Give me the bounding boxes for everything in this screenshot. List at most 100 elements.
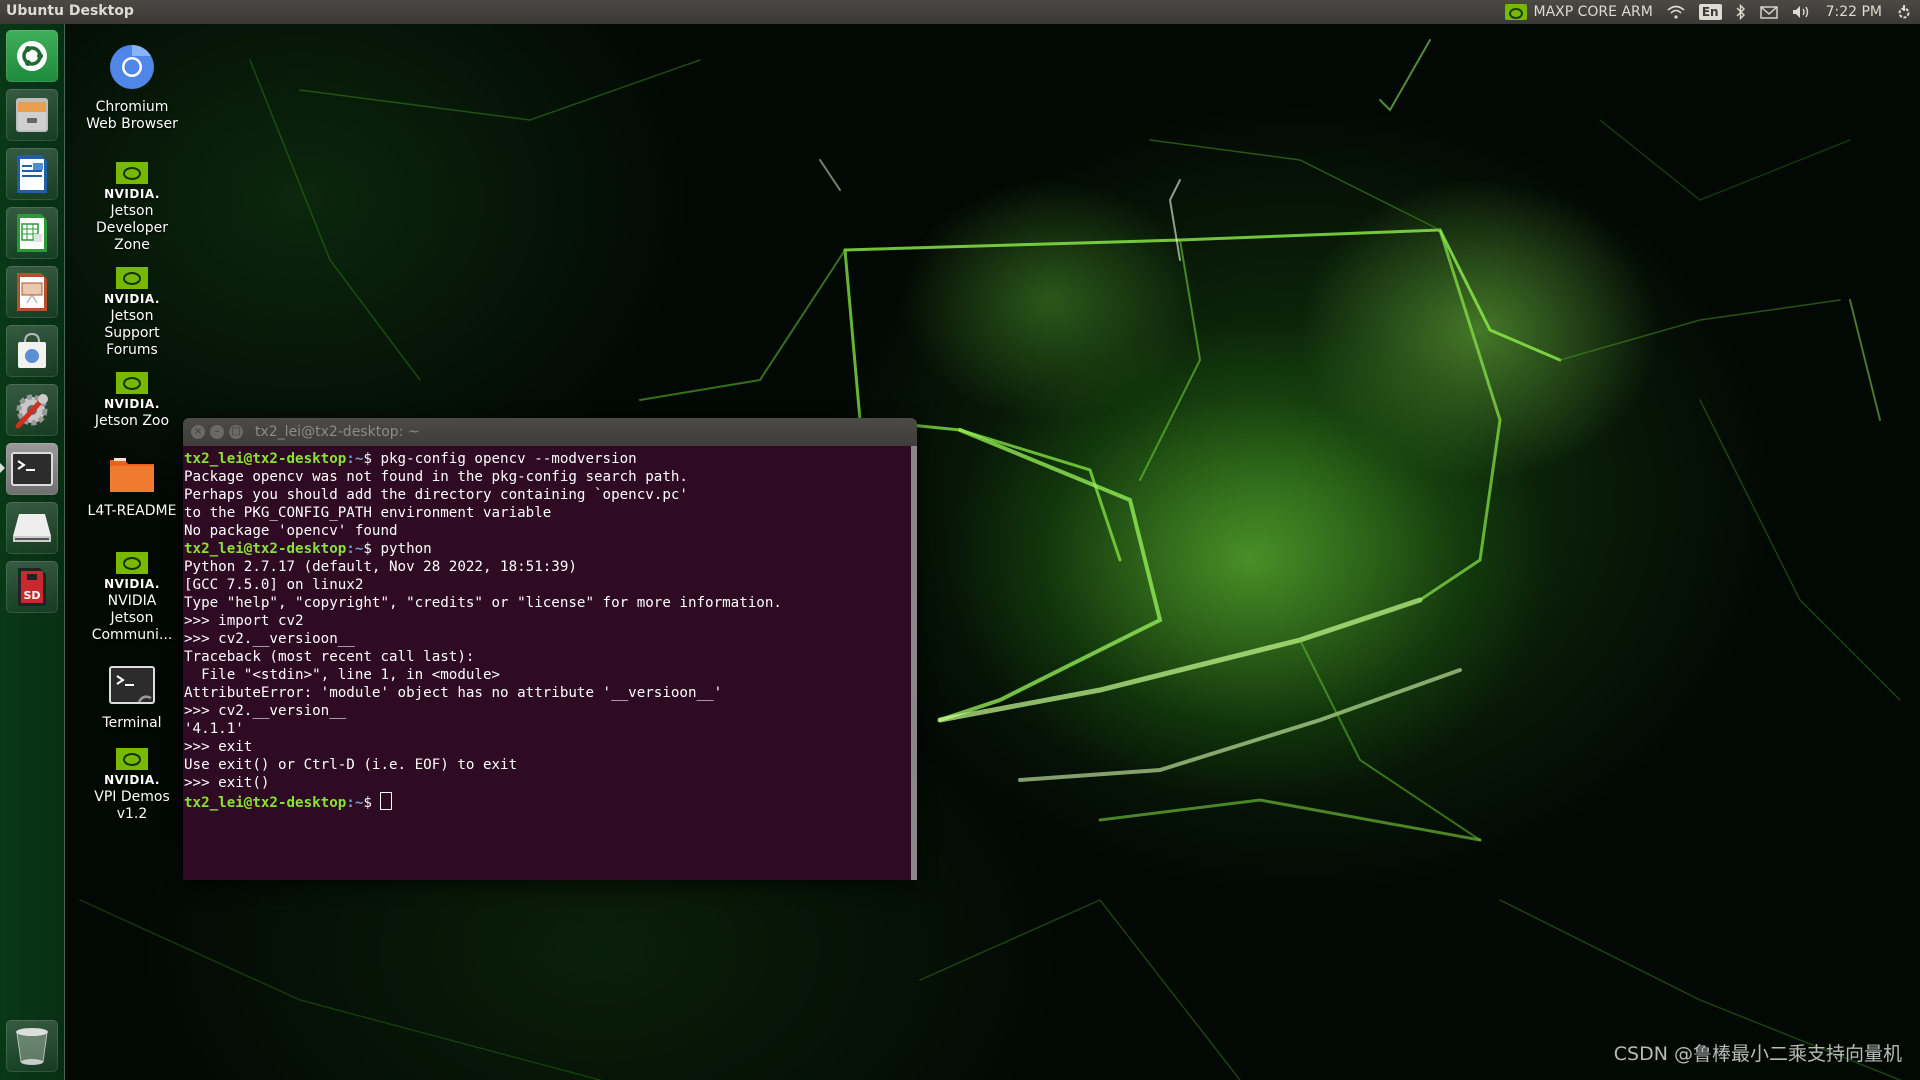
launcher-item-drive[interactable] [6,502,58,554]
minimize-button[interactable]: – [210,425,224,439]
launcher-item-terminal[interactable] [6,443,58,495]
prompt-path: :~ [346,451,364,467]
desktop-icon-nvidia-jetson-community[interactable]: NVIDIA. NVIDIA Jetson Communi... [86,552,178,644]
desktop-icon-chromium[interactable]: Chromium Web Browser [86,44,178,133]
top-panel: Ubuntu Desktop MAXP CORE ARM En 7:22 PM [0,0,1920,24]
desktop-icon-label: Terminal [102,715,162,731]
terminal-output-line: >>> cv2.__versioon__ [184,631,355,647]
shopping-bag-icon [18,332,46,368]
terminal-output[interactable]: tx2_lei@tx2-desktop:~$ pkg-config opencv… [183,446,911,880]
nvidia-icon [116,748,148,770]
prompt-path: :~ [346,795,364,811]
nvidia-wordmark: NVIDIA. [104,577,160,591]
close-button[interactable]: × [191,425,205,439]
terminal-prompt-line: tx2_lei@tx2-desktop:~$ python [184,540,911,558]
launcher-item-calc[interactable] [6,207,58,259]
nvidia-wordmark: NVIDIA. [104,773,160,787]
launcher-item-software[interactable] [6,325,58,377]
launcher-item-settings[interactable] [6,384,58,436]
trash-icon [16,1028,48,1065]
bluetooth-icon[interactable] [1736,4,1746,20]
terminal-output-line: >>> exit [184,739,253,755]
wifi-icon[interactable] [1667,5,1685,19]
mail-icon[interactable] [1759,5,1778,19]
desktop-icon-jetson-developer-zone[interactable]: NVIDIA. Jetson Developer Zone [86,162,178,254]
terminal-output-line: Type "help", "copyright", "credits" or "… [184,595,782,611]
terminal-output-line: Use exit() or Ctrl-D (i.e. EOF) to exit [184,757,518,773]
active-app-indicator [0,463,5,473]
terminal-icon [11,452,53,486]
desktop-icon-label: Jetson Developer Zone [95,203,168,253]
launcher-item-writer[interactable] [6,148,58,200]
terminal-output-line: [GCC 7.5.0] on linux2 [184,577,364,593]
terminal-prompt-line: tx2_lei@tx2-desktop:~$ pkg-config opencv… [184,450,911,468]
volume-icon[interactable] [1792,4,1812,20]
indicator-area: MAXP CORE ARM En 7:22 PM [1505,0,1912,24]
sd-card-icon: SD [18,568,46,606]
nvidia-icon [116,162,148,184]
power-gear-icon[interactable] [1896,4,1912,20]
terminal-titlebar[interactable]: × – □ tx2_lei@tx2-desktop: ~ [183,418,917,446]
terminal-output-line: Python 2.7.17 (default, Nov 28 2022, 18:… [184,559,577,575]
svg-text:SD: SD [23,589,40,602]
chromium-icon [86,44,178,95]
impress-icon [17,273,47,311]
terminal-output-line: >>> exit() [184,775,270,791]
terminal-output-line: Perhaps you should add the directory con… [184,487,688,503]
nvidia-wordmark: NVIDIA. [104,397,160,411]
prompt-user: tx2_lei@tx2-desktop [184,451,347,467]
ubuntu-logo-icon [17,41,47,71]
keyboard-layout-label: En [1698,4,1722,20]
nvidia-wordmark: NVIDIA. [104,292,160,306]
terminal-cursor [380,792,393,810]
nvidia-icon [116,372,148,394]
desktop-icon-jetson-zoo[interactable]: NVIDIA. Jetson Zoo [86,372,178,430]
panel-app-title: Ubuntu Desktop [6,3,134,19]
terminal-scrollbar[interactable] [911,446,917,880]
prompt-path: :~ [346,541,364,557]
launcher: SD [0,24,65,1080]
terminal-output-line: File "<stdin>", line 1, in <module> [184,667,501,683]
desktop-icon-label: L4T-README [87,503,177,519]
power-mode-indicator[interactable]: MAXP CORE ARM [1505,4,1653,20]
terminal-icon [86,666,178,711]
launcher-item-impress[interactable] [6,266,58,318]
terminal-output-line: Package opencv was not found in the pkg-… [184,469,688,485]
desktop-icon-vpi-demos[interactable]: NVIDIA. VPI Demos v1.2 [86,748,178,823]
calc-icon [17,214,47,252]
desktop-icon-label: Jetson Support Forums [104,308,160,358]
desktop-icon-l4t-readme[interactable]: L4T-README [86,456,178,520]
desktop-icon-label: VPI Demos v1.2 [94,789,170,822]
writer-icon [17,155,47,193]
prompt-command: $ pkg-config opencv --modversion [363,451,637,467]
desktop-icon-terminal[interactable]: Terminal [86,666,178,732]
maximize-button[interactable]: □ [229,425,243,439]
terminal-output-line: >>> import cv2 [184,613,304,629]
settings-wrench-icon [15,394,48,429]
folder-icon [86,456,178,499]
terminal-output-line: Traceback (most recent call last): [184,649,475,665]
desktop-icon-label: NVIDIA Jetson Communi... [91,593,173,643]
nvidia-wordmark: NVIDIA. [104,187,160,201]
terminal-output-line: '4.1.1' [184,721,244,737]
terminal-title: tx2_lei@tx2-desktop: ~ [255,424,420,440]
prompt-user: tx2_lei@tx2-desktop [184,541,347,557]
desktop-icon-jetson-support-forums[interactable]: NVIDIA. Jetson Support Forums [86,267,178,359]
watermark: CSDN @鲁棒最小二乘支持向量机 [1613,1043,1902,1065]
desktop-icon-label: Jetson Zoo [94,413,170,429]
clock[interactable]: 7:22 PM [1826,4,1882,20]
launcher-item-trash[interactable] [6,1020,58,1072]
prompt-command: $ [363,795,381,811]
prompt-user: tx2_lei@tx2-desktop [184,795,347,811]
terminal-window[interactable]: × – □ tx2_lei@tx2-desktop: ~ tx2_lei@tx2… [183,418,917,880]
launcher-item-files[interactable] [6,89,58,141]
nvidia-icon [116,267,148,289]
terminal-output-line: No package 'opencv' found [184,523,398,539]
terminal-prompt-line: tx2_lei@tx2-desktop:~$ [184,792,911,812]
launcher-item-ubuntu-dash[interactable] [6,30,58,82]
launcher-item-sd-card[interactable]: SD [6,561,58,613]
power-mode-label: MAXP CORE ARM [1533,4,1653,20]
keyboard-layout-indicator[interactable]: En [1698,4,1722,20]
terminal-output-line: >>> cv2.__version__ [184,703,347,719]
nvidia-icon [1505,4,1528,20]
